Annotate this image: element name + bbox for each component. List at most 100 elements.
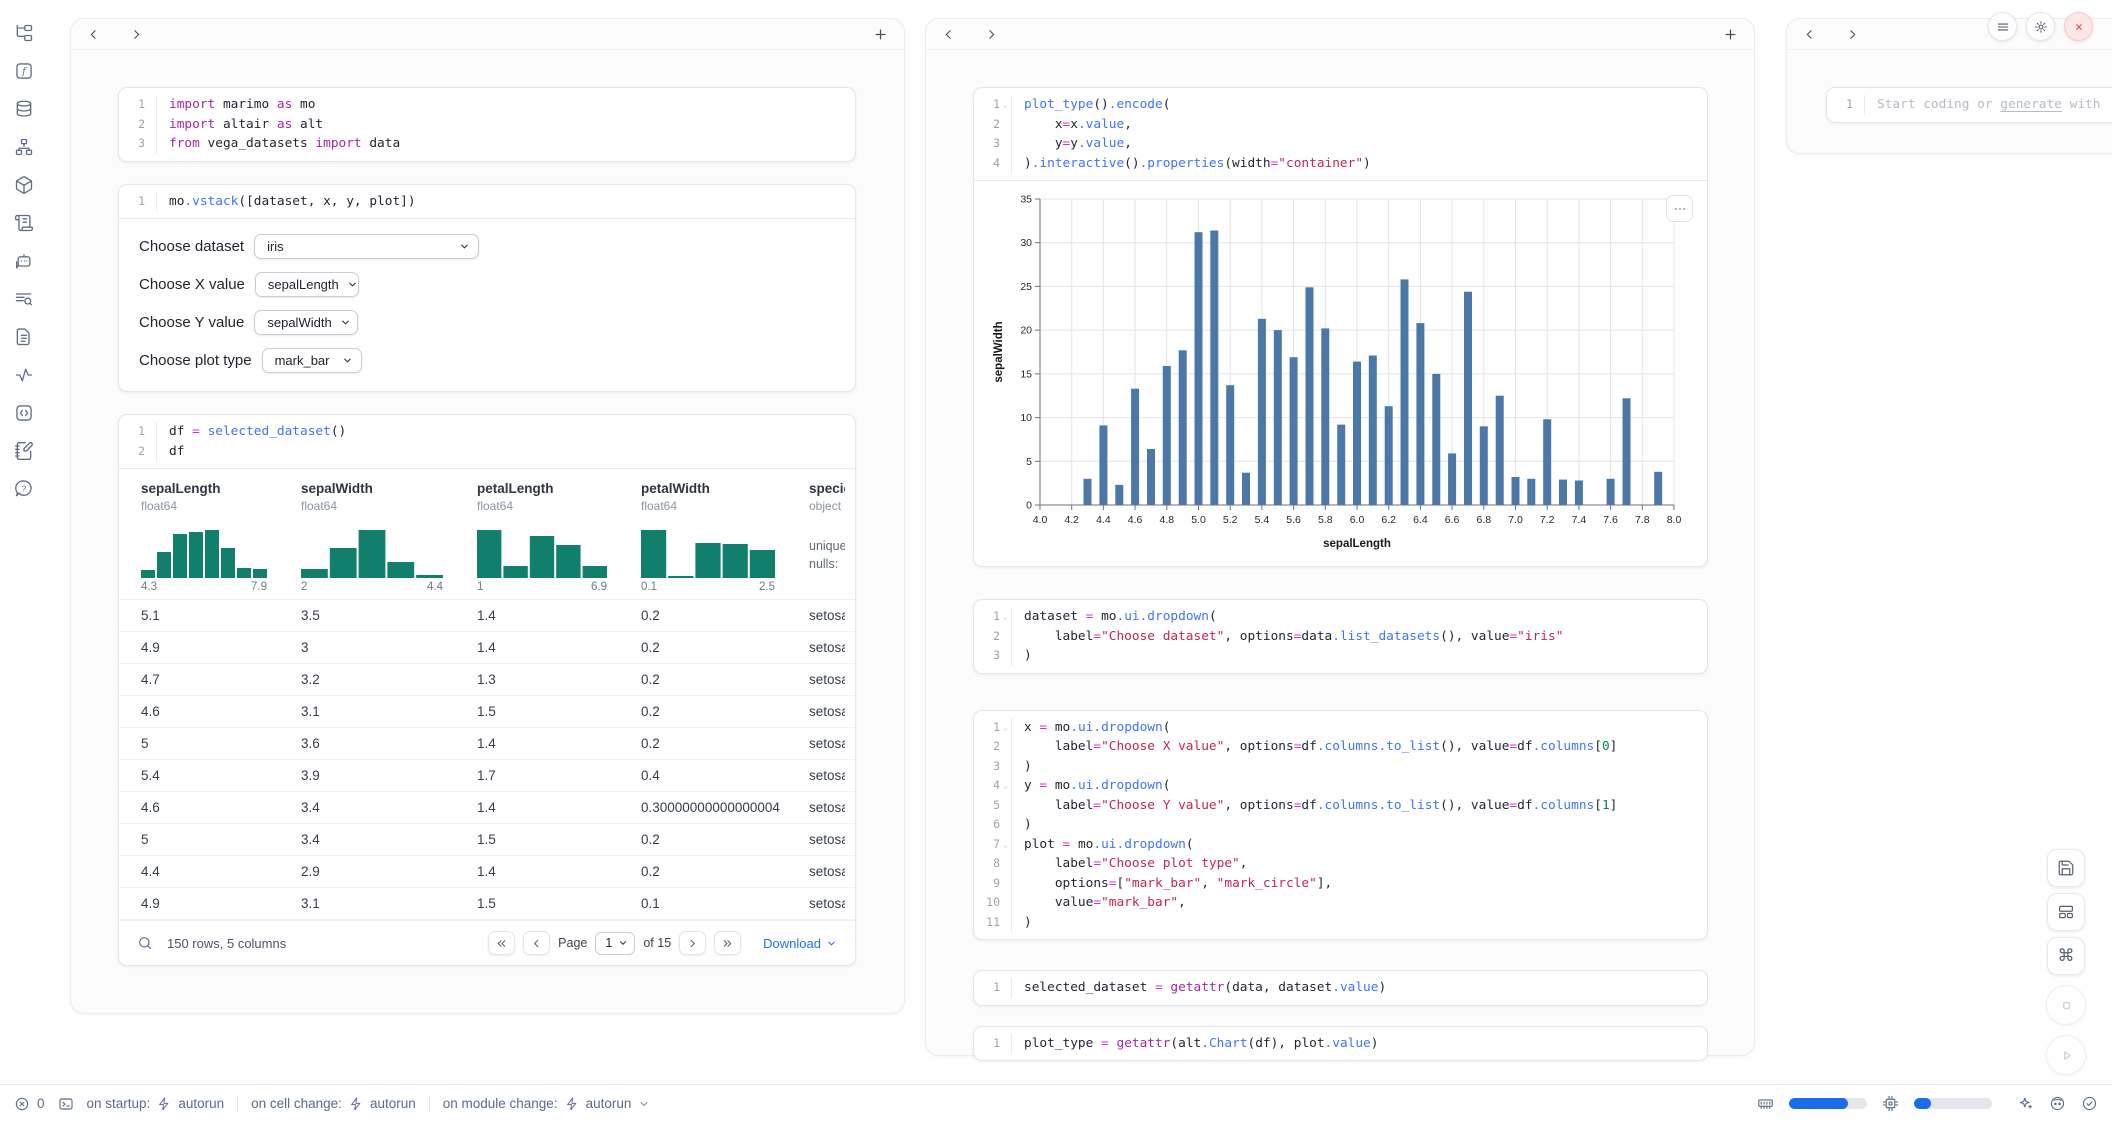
code-line[interactable]: 2 x=x.value, [974, 115, 1707, 135]
scratchpad-icon[interactable] [13, 440, 35, 462]
code-cell-chart[interactable]: 1⌄plot_type().encode(2 x=x.value,3 y=y.v… [973, 87, 1708, 567]
column-prev-button[interactable] [1801, 26, 1818, 43]
code-line[interactable]: 1plot_type = getattr(alt.Chart(df), plot… [974, 1034, 1707, 1054]
column-name[interactable]: petalWidth [641, 481, 787, 496]
code-line[interactable]: 1⌄x = mo.ui.dropdown( [974, 718, 1707, 738]
code-line[interactable]: 2 label="Choose X value", options=df.col… [974, 737, 1707, 757]
settings-button[interactable] [2026, 12, 2055, 41]
code-line[interactable]: 1⌄plot_type().encode( [974, 95, 1707, 115]
code-line[interactable]: 1import marimo as mo [119, 95, 855, 115]
first-page-button[interactable] [488, 931, 515, 955]
code-cell-imports[interactable]: 1import marimo as mo2import altair as al… [118, 87, 856, 162]
code-line[interactable]: 2 label="Choose dataset", options=data.l… [974, 627, 1707, 647]
column-prev-button[interactable] [940, 26, 957, 43]
table-row[interactable]: 53.61.40.2setosa [119, 728, 855, 760]
code-cell-dataframe[interactable]: 1df = selected_dataset()2df sepalLengthf… [118, 414, 856, 966]
table-row[interactable]: 53.41.50.2setosa [119, 824, 855, 856]
code-line[interactable]: 2df [119, 442, 855, 462]
add-cell-button[interactable] [871, 25, 890, 44]
file-tree-icon[interactable] [13, 22, 35, 44]
table-row[interactable]: 5.43.91.70.4setosa [119, 760, 855, 792]
code-line[interactable]: 6) [974, 815, 1707, 835]
column-next-button[interactable] [983, 26, 1000, 43]
table-row[interactable]: 4.73.21.30.2setosa [119, 664, 855, 696]
layout-button[interactable] [2047, 893, 2085, 931]
download-button[interactable]: Download [763, 936, 837, 951]
code-line[interactable]: 1mo.vstack([dataset, x, y, plot]) [119, 192, 855, 212]
table-row[interactable]: 4.63.11.50.2setosa [119, 696, 855, 728]
connection-status-icon[interactable] [2081, 1095, 2098, 1112]
prev-page-button[interactable] [523, 931, 550, 955]
add-cell-button[interactable] [1721, 25, 1740, 44]
help-icon[interactable]: ? [13, 478, 35, 500]
table-row[interactable]: 4.931.40.2setosa [119, 632, 855, 664]
chart-actions-button[interactable] [1666, 195, 1693, 222]
search-icon[interactable] [137, 935, 153, 951]
last-page-button[interactable] [714, 931, 741, 955]
function-icon[interactable]: f [13, 60, 35, 82]
x-value-select[interactable]: sepalLength [255, 272, 359, 297]
on-startup-setting[interactable]: on startup: autorun [87, 1096, 225, 1111]
chat-bot-icon[interactable] [13, 250, 35, 272]
column-next-button[interactable] [1844, 26, 1861, 43]
code-cell-dataset-dropdown[interactable]: 1⌄dataset = mo.ui.dropdown(2 label="Choo… [973, 599, 1708, 674]
run-button[interactable] [2046, 1035, 2086, 1075]
code-line[interactable]: 4).interactive().properties(width="conta… [974, 154, 1707, 174]
code-line[interactable]: 5 label="Choose Y value", options=df.col… [974, 796, 1707, 816]
code-line[interactable]: 4⌄y = mo.ui.dropdown( [974, 776, 1707, 796]
plot-type-select[interactable]: mark_bar [262, 348, 362, 373]
code-cell-plot-type[interactable]: 1plot_type = getattr(alt.Chart(df), plot… [973, 1026, 1708, 1062]
logs-icon[interactable] [13, 212, 35, 234]
column-name[interactable]: petalLength [477, 481, 619, 496]
on-module-change-setting[interactable]: on module change: autorun [443, 1096, 651, 1111]
code-line[interactable]: 3 y=y.value, [974, 134, 1707, 154]
document-icon[interactable] [13, 326, 35, 348]
column-prev-button[interactable] [85, 26, 102, 43]
error-count[interactable]: 0 [14, 1096, 45, 1112]
database-icon[interactable] [13, 98, 35, 120]
save-button[interactable] [2047, 849, 2085, 887]
column-name[interactable]: species [809, 481, 845, 496]
table-row[interactable]: 4.42.91.40.2setosa [119, 856, 855, 888]
code-line[interactable]: 3from vega_datasets import data [119, 134, 855, 154]
snippets-icon[interactable] [13, 402, 35, 424]
table-row[interactable]: 4.63.41.40.30000000000000004setosa [119, 792, 855, 824]
terminal-button[interactable] [58, 1096, 74, 1112]
dependency-graph-icon[interactable] [13, 136, 35, 158]
column-name[interactable]: sepalLength [141, 481, 279, 496]
code-line[interactable]: 3) [974, 757, 1707, 777]
code-line[interactable]: 9 options=["mark_bar", "mark_circle"], [974, 874, 1707, 894]
close-button[interactable] [2064, 12, 2093, 41]
y-value-select[interactable]: sepalWidth [254, 310, 358, 335]
page-select[interactable]: 1 [595, 932, 635, 955]
code-line[interactable]: 10 value="mark_bar", [974, 893, 1707, 913]
code-line[interactable]: 2import altair as alt [119, 115, 855, 135]
scratchpad-cell[interactable]: 1Start coding or generate with [1826, 87, 2112, 123]
on-cell-change-setting[interactable]: on cell change: autorun [251, 1096, 416, 1111]
code-cell-xyplot-dropdowns[interactable]: 1⌄x = mo.ui.dropdown(2 label="Choose X v… [973, 710, 1708, 941]
package-icon[interactable] [13, 174, 35, 196]
code-line[interactable]: 7⌄plot = mo.ui.dropdown( [974, 835, 1707, 855]
table-row[interactable]: 4.93.11.50.1setosa [119, 888, 855, 920]
tracing-icon[interactable] [13, 364, 35, 386]
column-next-button[interactable] [128, 26, 145, 43]
code-line[interactable]: 8 label="Choose plot type", [974, 854, 1707, 874]
shortcuts-button[interactable]: ⌘ [2047, 937, 2085, 975]
code-line[interactable]: 11) [974, 913, 1707, 933]
bar-chart[interactable]: 4.04.24.44.64.85.05.25.45.65.86.06.26.46… [990, 191, 1703, 558]
code-cell-selected-dataset[interactable]: 1selected_dataset = getattr(data, datase… [973, 970, 1708, 1006]
code-line[interactable]: 1Start coding or generate with [1827, 95, 2112, 115]
copilot-icon[interactable] [2049, 1095, 2066, 1112]
search-list-icon[interactable] [13, 288, 35, 310]
code-line[interactable]: 1selected_dataset = getattr(data, datase… [974, 978, 1707, 998]
stop-button[interactable] [2046, 985, 2086, 1025]
code-line[interactable]: 3) [974, 646, 1707, 666]
dataset-select[interactable]: iris [254, 234, 479, 259]
next-page-button[interactable] [679, 931, 706, 955]
code-cell-vstack[interactable]: 1mo.vstack([dataset, x, y, plot]) Choose… [118, 184, 856, 393]
column-name[interactable]: sepalWidth [301, 481, 455, 496]
ai-sparkles-icon[interactable] [2017, 1095, 2034, 1112]
table-row[interactable]: 5.13.51.40.2setosa [119, 600, 855, 632]
code-line[interactable]: 1⌄dataset = mo.ui.dropdown( [974, 607, 1707, 627]
menu-button[interactable] [1988, 12, 2017, 41]
